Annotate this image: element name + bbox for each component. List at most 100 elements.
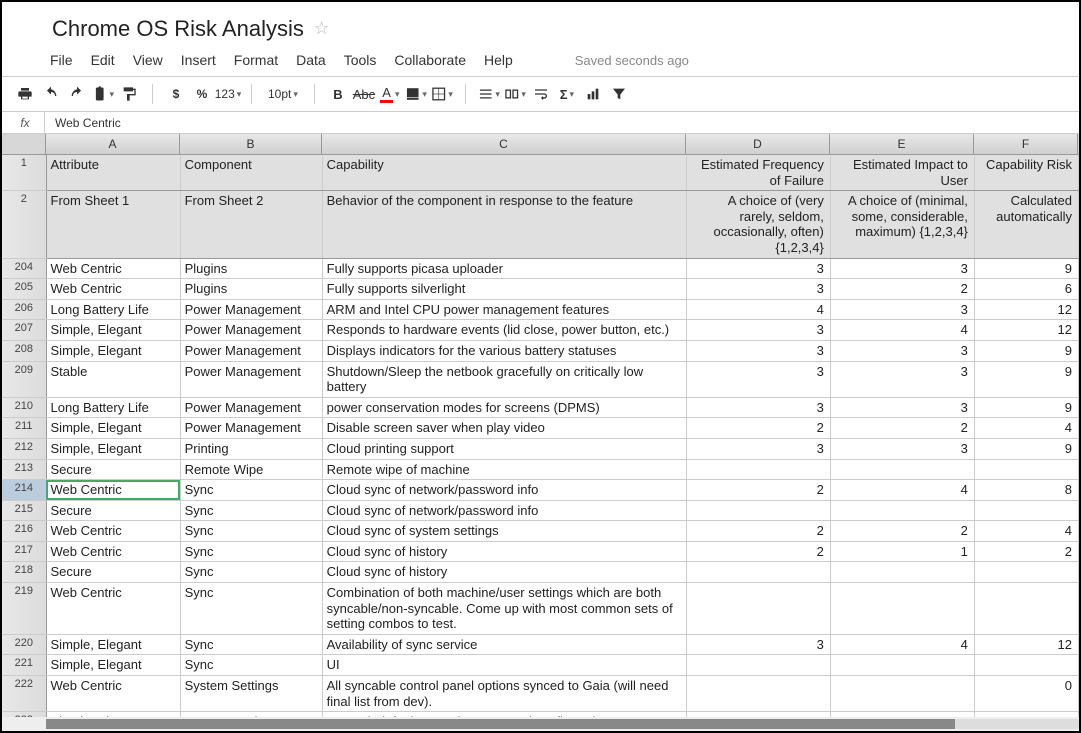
cell-E[interactable]: 4 [830, 320, 974, 341]
cell-C[interactable]: Availability of sync service [322, 634, 686, 655]
cell-B[interactable]: Plugins [180, 258, 322, 279]
cell-F[interactable]: 9 [974, 361, 1078, 397]
cell-B[interactable]: Sync [180, 583, 322, 635]
cell-F[interactable]: 12 [974, 299, 1078, 320]
cell-D[interactable]: 3 [686, 340, 830, 361]
cell-A[interactable]: Web Centric [46, 676, 180, 712]
cell-A[interactable]: From Sheet 1 [46, 191, 180, 258]
cell-D[interactable]: 3 [686, 361, 830, 397]
paint-format-icon[interactable] [118, 83, 140, 105]
row-header[interactable]: 218 [2, 562, 46, 583]
cell-D[interactable]: 4 [686, 299, 830, 320]
cell-D[interactable]: 3 [686, 438, 830, 459]
cell-F[interactable]: 6 [974, 279, 1078, 300]
cell-D[interactable]: 3 [686, 634, 830, 655]
row-header[interactable]: 220 [2, 634, 46, 655]
cell-A[interactable]: Long Battery Life [46, 397, 180, 418]
print-icon[interactable] [14, 83, 36, 105]
cell-C[interactable]: Responds to hardware events (lid close, … [322, 320, 686, 341]
cell-A[interactable]: Simple, Elegant [46, 634, 180, 655]
cell-E[interactable]: Estimated Impact to User [830, 155, 974, 191]
cell-B[interactable]: Sync [180, 480, 322, 501]
cell-F[interactable]: 9 [974, 258, 1078, 279]
cell-E[interactable]: A choice of (minimal, some, considerable… [830, 191, 974, 258]
cell-F[interactable] [974, 562, 1078, 583]
cell-D[interactable] [686, 459, 830, 480]
cell-F[interactable] [974, 459, 1078, 480]
cell-D[interactable] [686, 655, 830, 676]
cell-A[interactable]: Stable [46, 361, 180, 397]
cell-F[interactable]: 9 [974, 438, 1078, 459]
cell-D[interactable]: 2 [686, 418, 830, 439]
cell-A[interactable]: Attribute [46, 155, 180, 191]
cell-E[interactable]: 2 [830, 279, 974, 300]
cell-C[interactable]: Fully supports silverlight [322, 279, 686, 300]
cell-F[interactable]: Capability Risk [974, 155, 1078, 191]
cell-E[interactable]: 4 [830, 480, 974, 501]
cell-E[interactable] [830, 655, 974, 676]
cell-F[interactable]: 0 [974, 676, 1078, 712]
cell-B[interactable]: Sync [180, 521, 322, 542]
cell-D[interactable]: 3 [686, 258, 830, 279]
cell-D[interactable]: Estimated Frequency of Failure [686, 155, 830, 191]
cell-D[interactable]: 3 [686, 397, 830, 418]
cell-A[interactable]: Simple, Elegant [46, 655, 180, 676]
cell-E[interactable]: 1 [830, 541, 974, 562]
cell-C[interactable]: Fully supports picasa uploader [322, 258, 686, 279]
row-header[interactable]: 204 [2, 258, 46, 279]
menu-edit[interactable]: Edit [91, 52, 115, 68]
cell-E[interactable] [830, 583, 974, 635]
cell-C[interactable]: ARM and Intel CPU power management featu… [322, 299, 686, 320]
menu-insert[interactable]: Insert [181, 52, 216, 68]
row-header[interactable]: 221 [2, 655, 46, 676]
column-header-B[interactable]: B [180, 134, 322, 154]
row-header[interactable]: 2 [2, 191, 46, 258]
row-header[interactable]: 210 [2, 397, 46, 418]
cell-A[interactable]: Simple, Elegant [46, 438, 180, 459]
cell-E[interactable]: 3 [830, 299, 974, 320]
cell-C[interactable]: Remote wipe of machine [322, 459, 686, 480]
star-icon[interactable]: ☆ [313, 18, 329, 39]
document-title[interactable]: Chrome OS Risk Analysis [52, 16, 304, 42]
row-header[interactable]: 211 [2, 418, 46, 439]
cell-F[interactable]: 9 [974, 340, 1078, 361]
percent-button[interactable]: % [191, 83, 213, 105]
cell-B[interactable]: Component [180, 155, 322, 191]
cell-E[interactable] [830, 459, 974, 480]
cell-B[interactable]: Sync [180, 562, 322, 583]
row-header[interactable]: 209 [2, 361, 46, 397]
cell-E[interactable] [830, 562, 974, 583]
cell-F[interactable] [974, 583, 1078, 635]
cell-A[interactable]: Web Centric [46, 258, 180, 279]
cell-A[interactable]: Simple, Elegant [46, 340, 180, 361]
column-header-E[interactable]: E [830, 134, 974, 154]
cell-F[interactable]: 4 [974, 521, 1078, 542]
fill-color-button[interactable]: ▾ [405, 83, 427, 105]
sheet-body[interactable]: 1AttributeComponentCapabilityEstimated F… [2, 155, 1079, 717]
cell-E[interactable] [830, 500, 974, 521]
row-header[interactable]: 1 [2, 155, 46, 191]
cell-D[interactable]: A choice of (very rarely, seldom, occasi… [686, 191, 830, 258]
cell-C[interactable]: Cloud sync of system settings [322, 521, 686, 542]
cell-D[interactable]: 3 [686, 279, 830, 300]
column-header-C[interactable]: C [322, 134, 686, 154]
undo-icon[interactable] [40, 83, 62, 105]
row-header[interactable]: 217 [2, 541, 46, 562]
cell-C[interactable]: Cloud sync of network/password info [322, 500, 686, 521]
cell-D[interactable] [686, 562, 830, 583]
text-color-button[interactable]: A▾ [379, 83, 401, 105]
column-header-A[interactable]: A [46, 134, 180, 154]
cell-E[interactable]: 3 [830, 397, 974, 418]
cell-A[interactable]: Simple, Elegant [46, 418, 180, 439]
cell-B[interactable]: Plugins [180, 279, 322, 300]
cell-B[interactable]: Power Management [180, 299, 322, 320]
cell-F[interactable]: 12 [974, 634, 1078, 655]
row-header[interactable]: 212 [2, 438, 46, 459]
cell-C[interactable]: Capability [322, 155, 686, 191]
cell-F[interactable]: 9 [974, 397, 1078, 418]
align-button[interactable]: ▾ [478, 83, 500, 105]
cell-A[interactable]: Secure [46, 500, 180, 521]
cell-C[interactable]: Shutdown/Sleep the netbook gracefully on… [322, 361, 686, 397]
cell-B[interactable]: Sync [180, 500, 322, 521]
cell-D[interactable]: 2 [686, 541, 830, 562]
